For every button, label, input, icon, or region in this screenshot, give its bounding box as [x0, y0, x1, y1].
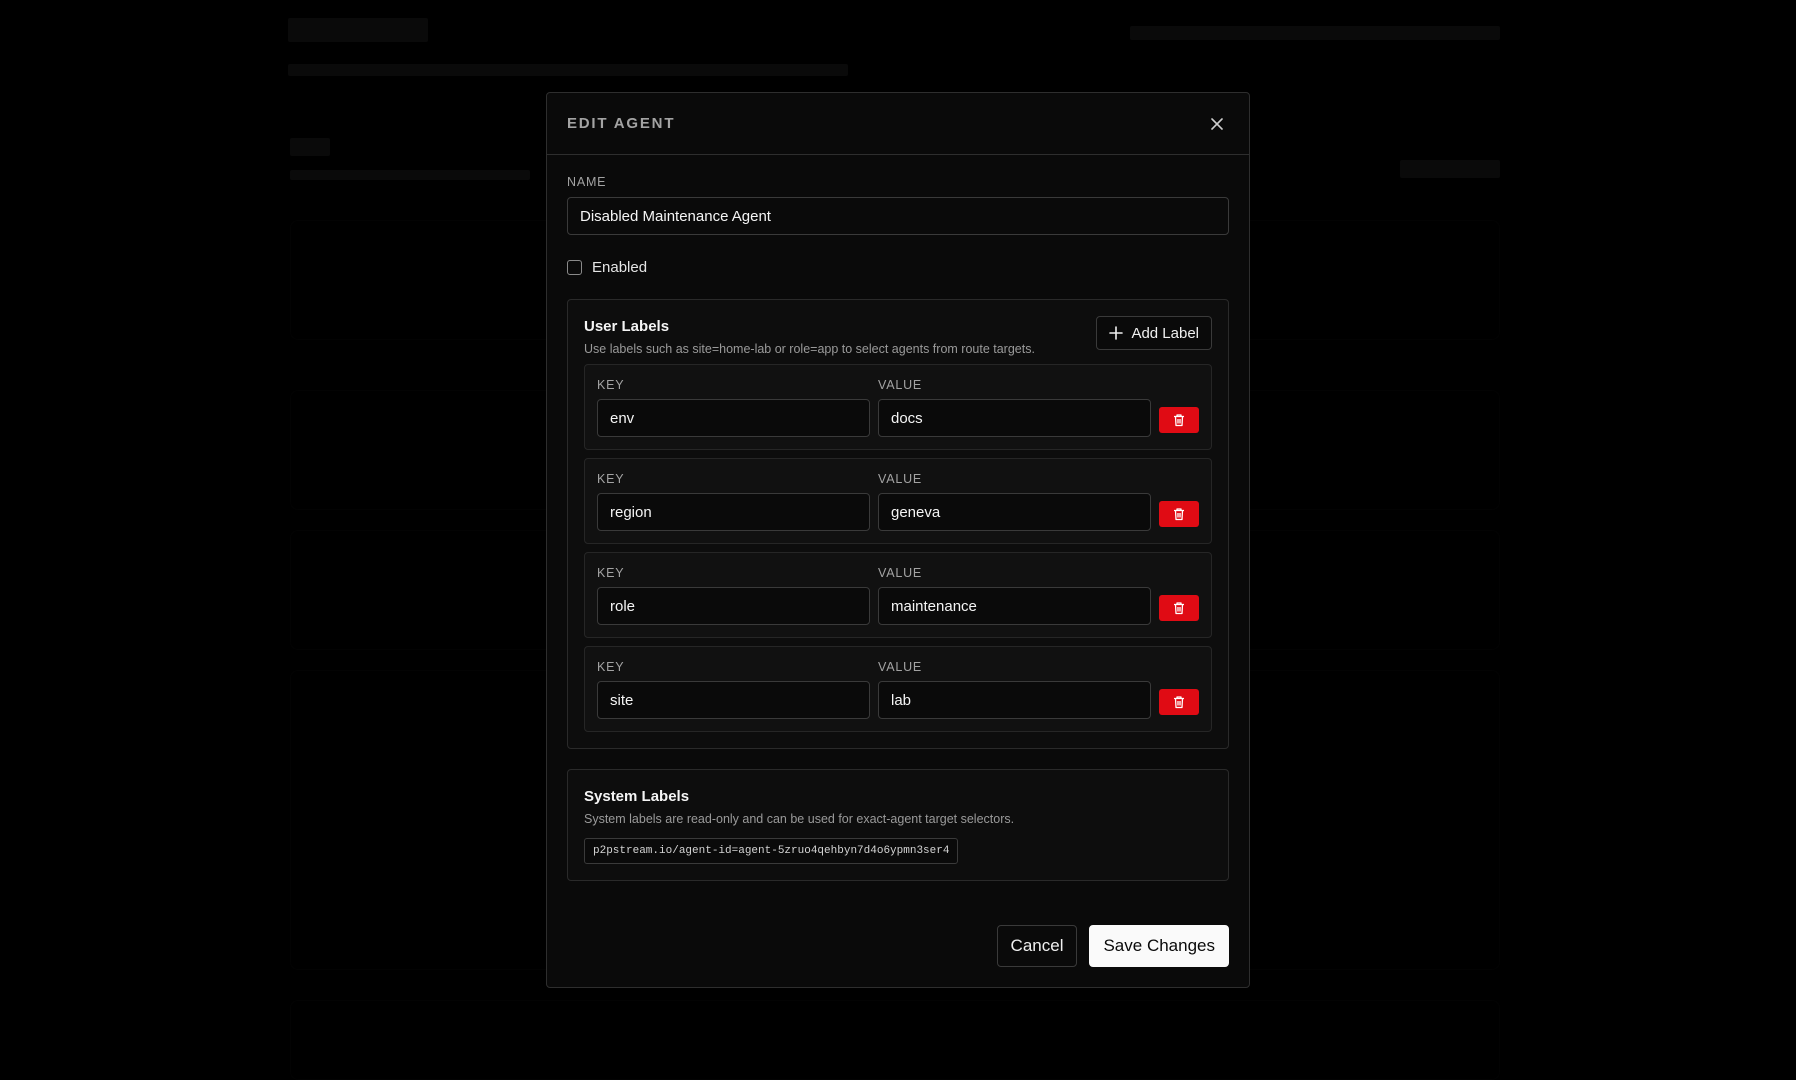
- value-label: VALUE: [878, 566, 923, 580]
- enabled-checkbox[interactable]: [567, 259, 582, 275]
- delete-label-button[interactable]: [1159, 595, 1199, 621]
- add-label-button[interactable]: Add Label: [1096, 316, 1212, 350]
- value-label: VALUE: [878, 378, 923, 392]
- system-labels-title: System Labels: [584, 788, 690, 805]
- label-key-input[interactable]: [597, 399, 870, 437]
- trash-icon: [1174, 508, 1184, 521]
- label-key-input[interactable]: [597, 681, 870, 719]
- edit-agent-dialog: EDIT AGENT NAME Enabled User Labels Use …: [546, 92, 1250, 988]
- user-labels-description: Use labels such as site=home-lab or role…: [584, 342, 1035, 356]
- key-label: KEY: [597, 566, 625, 580]
- plus-icon: [1109, 326, 1124, 340]
- enabled-label: Enabled: [592, 258, 648, 276]
- label-value-input[interactable]: [878, 493, 1151, 531]
- label-key-input[interactable]: [597, 587, 870, 625]
- user-labels-header: User Labels Use labels such as site=home…: [584, 316, 1212, 356]
- dialog-title: EDIT AGENT: [567, 115, 676, 132]
- label-value-input[interactable]: [878, 587, 1151, 625]
- trash-icon: [1174, 414, 1184, 427]
- cancel-button[interactable]: Cancel: [996, 925, 1078, 967]
- value-label: VALUE: [878, 472, 923, 486]
- system-labels-description: System labels are read-only and can be u…: [584, 812, 1015, 826]
- delete-label-button[interactable]: [1159, 407, 1199, 433]
- label-value-input[interactable]: [878, 399, 1151, 437]
- trash-icon: [1174, 602, 1184, 615]
- key-label: KEY: [597, 472, 625, 486]
- trash-icon: [1174, 696, 1184, 709]
- dialog-header: EDIT AGENT: [547, 93, 1249, 155]
- name-label: NAME: [567, 175, 607, 189]
- dialog-footer: Cancel Save Changes: [996, 925, 1229, 967]
- enabled-toggle-row[interactable]: Enabled: [567, 255, 1229, 279]
- label-row: KEY VALUE: [584, 364, 1212, 450]
- key-label: KEY: [597, 378, 625, 392]
- value-label: VALUE: [878, 660, 923, 674]
- label-value-input[interactable]: [878, 681, 1151, 719]
- name-input[interactable]: [567, 197, 1229, 235]
- label-row: KEY VALUE: [584, 552, 1212, 638]
- save-changes-button[interactable]: Save Changes: [1089, 925, 1229, 967]
- label-key-input[interactable]: [597, 493, 870, 531]
- dialog-body: NAME Enabled User Labels Use labels such…: [547, 155, 1249, 881]
- label-row: KEY VALUE: [584, 646, 1212, 732]
- label-row: KEY VALUE: [584, 458, 1212, 544]
- delete-label-button[interactable]: [1159, 689, 1199, 715]
- system-label-chip: p2pstream.io/agent-id=agent-5zruo4qehbyn…: [584, 838, 959, 864]
- delete-label-button[interactable]: [1159, 501, 1199, 527]
- system-labels-section: System Labels System labels are read-onl…: [567, 769, 1229, 881]
- close-icon: [1211, 117, 1223, 130]
- user-labels-title: User Labels: [584, 318, 670, 335]
- close-button[interactable]: [1205, 112, 1229, 136]
- add-label-text: Add Label: [1131, 324, 1199, 342]
- user-labels-section: User Labels Use labels such as site=home…: [567, 299, 1229, 749]
- key-label: KEY: [597, 660, 625, 674]
